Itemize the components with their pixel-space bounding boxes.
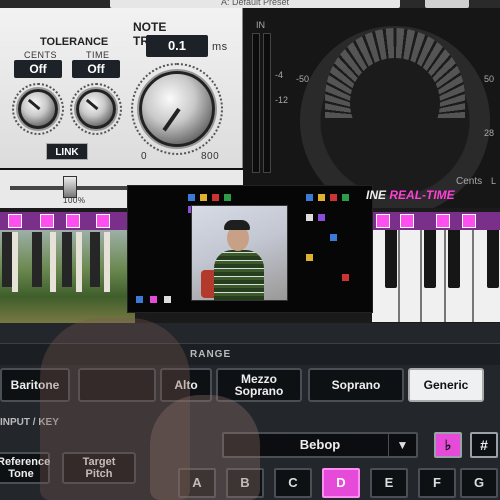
time-knob[interactable] [76, 89, 116, 129]
key-divider [472, 230, 474, 322]
note-transition-unit: ms [212, 41, 228, 53]
preset-arrow-button[interactable] [425, 0, 469, 8]
realtime-banner: INE REAL-TIME [366, 188, 455, 202]
tree-trunk [50, 232, 56, 292]
black-key[interactable] [424, 230, 436, 288]
key-button-e[interactable]: E [370, 468, 408, 498]
dark-key [90, 232, 100, 287]
range-button-label: Soprano [331, 378, 381, 392]
desktop-icon [224, 194, 231, 201]
desktop-icon [306, 214, 313, 221]
tree-trunk [104, 232, 110, 292]
desktop-icon [330, 234, 337, 241]
key-divider [420, 230, 422, 322]
desktop-icon [306, 194, 313, 201]
note-indicator [66, 214, 80, 228]
dropdown-arrow-icon[interactable]: ▼ [388, 434, 416, 456]
desktop-icon [342, 194, 349, 201]
dark-key [32, 232, 42, 287]
note-indicator [462, 214, 476, 228]
cents-knob-pointer [27, 98, 41, 111]
dial-label-plus-50: 50 [484, 74, 495, 84]
key-button-c[interactable]: C [274, 468, 312, 498]
reference-tone-label: Reference Tone [0, 456, 51, 480]
cents-label: CENTS [24, 50, 58, 60]
note-transition-value[interactable]: 0.1 [146, 35, 208, 57]
scale-value: Bebop [299, 437, 341, 452]
black-key[interactable] [448, 230, 460, 288]
sharp-button[interactable]: # [470, 432, 498, 458]
range-button-soprano[interactable]: Soprano [308, 368, 404, 402]
taskbar-icon [164, 296, 171, 303]
desktop-icon [342, 274, 349, 281]
key-divider [398, 230, 400, 322]
dial-label-minus-50: -50 [296, 74, 310, 84]
note-indicator [8, 214, 22, 228]
note-indicator [376, 214, 390, 228]
tolerance-label: TOLERANCE [40, 36, 109, 48]
note-indicator [436, 214, 450, 228]
note-transition-max: 800 [201, 151, 220, 162]
input-meter-right [263, 33, 271, 173]
range-button-generic[interactable]: Generic [408, 368, 484, 402]
cents-unit-label: Cents [456, 176, 483, 187]
note-indicator [40, 214, 54, 228]
desktop-icon [330, 194, 337, 201]
range-button-label: Mezzo Soprano [234, 372, 284, 398]
note-transition-knob-pointer [162, 107, 181, 132]
taskbar-icon [150, 296, 157, 303]
key-divider [444, 230, 446, 322]
note-indicator [96, 214, 110, 228]
pitch-dial-center [350, 58, 440, 148]
key-button-f[interactable]: F [418, 468, 456, 498]
link-button[interactable]: LINK [46, 143, 88, 160]
dial-label-28: 28 [484, 128, 495, 138]
banner-prefix: INE [366, 188, 387, 202]
desktop-icon [306, 254, 313, 261]
time-label: TIME [86, 50, 110, 60]
desktop-icon [212, 194, 219, 201]
desktop-icon [318, 214, 325, 221]
slider-label: 100% [63, 196, 86, 205]
banner-suffix: REAL-TIME [389, 188, 455, 202]
db-label-1: -4 [275, 70, 284, 80]
dark-key [2, 232, 12, 287]
black-key[interactable] [385, 230, 397, 288]
note-transition-min: 0 [141, 151, 148, 162]
slider-thumb[interactable] [63, 176, 77, 198]
flat-button[interactable]: ♭ [434, 432, 462, 458]
dark-key [62, 232, 72, 287]
input-meter-left [252, 33, 260, 173]
taskbar-icon [136, 296, 143, 303]
person-body [214, 250, 264, 300]
db-label-2: -12 [275, 95, 289, 105]
meter-right-label: L [491, 176, 497, 186]
desktop-icon [200, 194, 207, 201]
note-indicator [400, 214, 414, 228]
tree-trunk [76, 232, 82, 292]
time-knob-pointer [85, 98, 99, 111]
key-button-g[interactable]: G [460, 468, 498, 498]
key-button-d[interactable]: D [322, 468, 360, 498]
black-key[interactable] [487, 230, 499, 288]
cents-value[interactable]: Off [14, 60, 62, 78]
tree-trunk [12, 232, 18, 292]
settings-panel: TOLERANCE CENTS TIME Off Off NOTE TRANSI… [0, 8, 243, 168]
range-button-mezzo-soprano[interactable]: Mezzo Soprano [216, 368, 302, 402]
in-label: IN [256, 20, 265, 30]
person-cap [224, 220, 250, 230]
desktop-icon [188, 194, 195, 201]
preset-selector[interactable]: A: Default Preset [110, 0, 400, 8]
cents-knob[interactable] [18, 89, 58, 129]
note-transition-knob[interactable] [139, 71, 215, 147]
desktop-icon [318, 194, 325, 201]
video-overlay-person [150, 395, 260, 500]
range-label: RANGE [190, 349, 232, 360]
time-value[interactable]: Off [72, 60, 120, 78]
range-button-label: Generic [423, 378, 469, 392]
